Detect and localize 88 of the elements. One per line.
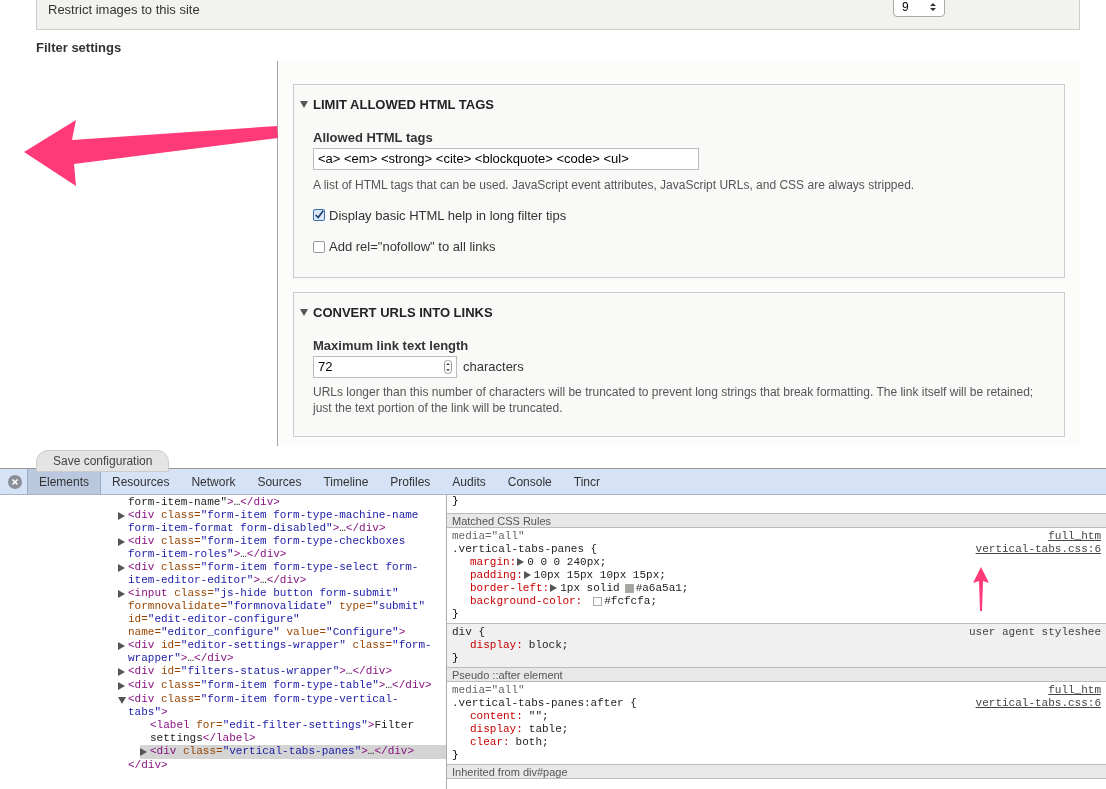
spinner-icon [444,359,452,374]
property-value: ""; [528,710,549,723]
property-value: #a6a5a1; [635,582,689,595]
triangle-icon[interactable] [300,100,308,108]
close-icon[interactable] [8,474,22,489]
property-value: both; [515,736,549,749]
triangle-icon[interactable] [118,564,125,573]
devtools-tab[interactable]: Network [180,469,247,494]
number-field[interactable]: 72 [313,355,457,378]
devtools-tab[interactable]: Audits [441,469,497,494]
brace-text: } [452,608,460,621]
up-down-arrows-icon [930,1,936,12]
color-swatch[interactable] [624,584,634,593]
triangle-icon[interactable] [118,642,125,651]
media-query: media="all" [452,530,525,543]
devtools-tab[interactable]: Timeline [312,469,380,494]
property-value: #fcfcfa; [604,595,658,608]
property-name: content: [470,710,523,723]
property-name: display: [470,639,523,652]
save-button[interactable]: Save configuration [36,449,170,472]
property-value: table; [528,723,569,736]
setting-label: Restrict images to this site [48,0,200,19]
select-field[interactable]: 9 [893,0,945,17]
triangle-icon[interactable] [118,590,125,599]
property-name: padding: [470,569,523,582]
dom-node[interactable]: <div class="form-item form-type-vertical-tabs"> [118,693,446,719]
arrow-annotation [973,567,989,611]
checkbox[interactable] [313,240,325,253]
checkbox-label: Add rel="nofollow" to all links [329,238,496,256]
devtools-tab[interactable]: Console [496,469,563,494]
checkbox-label: Display basic HTML help in long filter tips [329,206,567,225]
section-header: Inherited from div#page [447,765,1106,779]
checkbox[interactable] [313,209,325,222]
fieldset-legend[interactable]: CONVERT URLS INTO LINKS [313,302,493,322]
devtools-tab[interactable]: Profiles [379,469,442,494]
triangle-icon[interactable] [118,538,125,547]
property-name: border-left: [470,582,550,595]
dom-text[interactable]: form-item-name">…</div> [118,496,446,509]
dom-node[interactable]: <div id="filters-status-wrapper">…</div> [118,665,446,679]
text-field[interactable]: <a> <em> <strong> <cite> <blockquote> <code> <ul> [313,147,699,170]
dom-node[interactable]: <div class="vertical-tabs-panes">…</div> [140,745,446,759]
devtools-tab[interactable]: Tincr [562,469,611,494]
css-selector: .vertical-tabs-panes { [452,543,598,556]
css-selector: div { [452,626,485,639]
css-selector: .vertical-tabs-panes:after { [452,697,637,710]
field-label: Maximum link text length [313,337,470,355]
property-name: display: [470,723,523,736]
color-swatch[interactable] [593,597,603,606]
triangle-icon[interactable] [300,308,308,316]
section-title: Filter settings [36,39,123,57]
fieldset-legend[interactable]: LIMIT ALLOWED HTML TAGS [313,94,494,114]
property-name: background-color: [470,595,583,608]
devtools-tab[interactable]: Sources [246,469,313,494]
triangle-icon[interactable] [118,668,125,677]
media-query: media="all" [452,684,525,697]
field-description: URLs longer than this number of characters will be truncated to prevent long strings that break formatting. The link itself will be retained; just the text portion of the link will be truncated. [313,383,1035,416]
source-link[interactable]: vertical-tabs.css:6 [975,543,1101,556]
triangle-icon[interactable] [140,748,147,757]
property-value: 1px solid [560,582,620,595]
field-label: Allowed HTML tags [313,129,434,147]
devtools-tab[interactable]: Resources [101,469,181,494]
triangle-icon[interactable] [118,512,125,521]
source-text: user agent styleshee [968,626,1101,639]
brace-text: } [452,652,460,665]
property-value: 0 0 0 240px; [527,556,607,569]
dom-node[interactable]: <input class="js-hide button form-submit" formnovalidate="formnovalidate" type="submit" id="edit-editor-configure" name="editor_configure" value="Configure"> [118,587,446,639]
property-value: block; [528,639,569,652]
section-header: Pseudo ::after element [447,668,1106,682]
field-suffix: characters [463,357,524,376]
dom-text[interactable]: <label for="edit-filter-settings">Filter settings</label> [140,719,446,745]
triangle-icon[interactable] [118,682,125,691]
dom-node[interactable]: <div id="editor-settings-wrapper" class="form-wrapper">…</div> [118,639,446,665]
property-name: clear: [470,736,510,749]
dom-node[interactable]: <div class="form-item form-type-checkboxes form-item-roles">…</div> [118,535,446,561]
source-link[interactable]: full_htm [1048,684,1101,697]
closing-tag: </div> [118,759,446,772]
source-link[interactable]: vertical-tabs.css:6 [975,697,1101,710]
property-value: 10px 15px 10px 15px; [533,569,666,582]
triangle-icon[interactable] [118,696,126,704]
dom-node[interactable]: <div class="form-item form-type-table">…</div> [118,679,446,693]
brace-text: } [452,749,460,762]
source-link[interactable]: full_htm [1048,530,1101,543]
field-description: A list of HTML tags that can be used. JavaScript event attributes, JavaScript URLs, and CSS are always stripped. [313,176,916,194]
triangle-icon[interactable] [550,584,558,593]
dom-node[interactable]: <div class="form-item form-type-machine-name form-item-format form-disabled">…</div> [118,509,446,535]
property-name: margin: [470,556,517,569]
dom-node[interactable]: <div class="form-item form-type-select form-item-editor-editor">…</div> [118,561,446,587]
section-header: Matched CSS Rules [447,514,1106,528]
